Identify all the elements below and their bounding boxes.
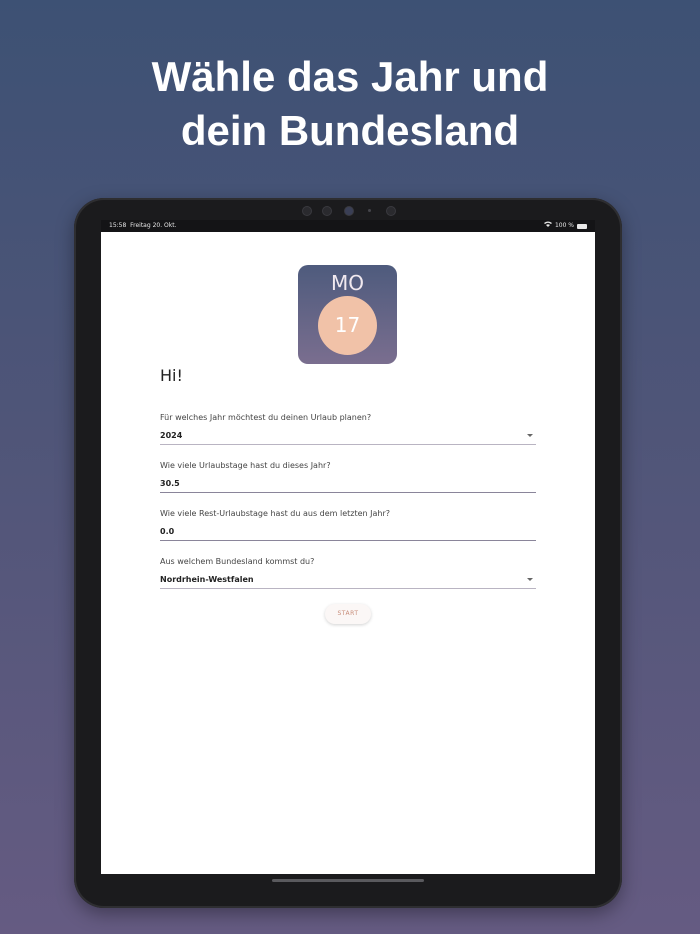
- logo-weekday: MO: [331, 271, 364, 295]
- status-bar: 15:58 Freitag 20. Okt. 100 %: [101, 220, 595, 232]
- battery-percent: 100 %: [554, 222, 574, 229]
- sensor-icon: [322, 206, 332, 216]
- sensor-icon: [302, 206, 312, 216]
- status-date: Freitag 20. Okt.: [130, 222, 177, 229]
- status-right: 100 %: [543, 220, 587, 232]
- logo-day-circle: 17: [318, 296, 377, 355]
- remaining-days-input[interactable]: 0.0: [160, 526, 536, 541]
- greeting: Hi!: [160, 366, 183, 385]
- start-button[interactable]: START: [325, 604, 371, 624]
- app-screen: 15:58 Freitag 20. Okt. 100 % MO 17 Hi! F…: [101, 220, 595, 874]
- remaining-days-value: 0.0: [160, 527, 175, 536]
- battery-icon: [577, 223, 587, 229]
- dropdown-arrow-icon[interactable]: [527, 578, 533, 581]
- remaining-days-label: Wie viele Rest-Urlaubstage hast du aus d…: [160, 509, 391, 518]
- app-logo: MO 17: [298, 265, 397, 364]
- year-select[interactable]: 2024: [160, 430, 536, 445]
- camera-bar: [302, 204, 402, 216]
- wifi-icon: [543, 220, 552, 232]
- headline-line-1: Wähle das Jahr und: [151, 53, 549, 100]
- sensor-dot-icon: [368, 209, 371, 212]
- tablet-frame: 15:58 Freitag 20. Okt. 100 % MO 17 Hi! F…: [74, 198, 622, 908]
- sensor-icon: [386, 206, 396, 216]
- status-time-date: 15:58 Freitag 20. Okt.: [109, 220, 176, 232]
- state-field[interactable]: Aus welchem Bundesland kommst du? Nordrh…: [160, 556, 536, 589]
- vacation-days-input[interactable]: 30.5: [160, 478, 536, 493]
- headline-line-2: dein Bundesland: [180, 107, 520, 154]
- state-select[interactable]: Nordrhein-Westfalen: [160, 574, 536, 589]
- headline: Wähle das Jahr und dein Bundesland: [0, 50, 700, 158]
- year-field[interactable]: Für welches Jahr möchtest du deinen Urla…: [160, 412, 536, 445]
- camera-icon: [344, 206, 354, 216]
- status-time: 15:58: [109, 222, 127, 229]
- state-label: Aus welchem Bundesland kommst du?: [160, 557, 315, 566]
- year-value: 2024: [160, 431, 183, 440]
- dropdown-arrow-icon[interactable]: [527, 434, 533, 437]
- year-label: Für welches Jahr möchtest du deinen Urla…: [160, 413, 372, 422]
- vacation-days-field[interactable]: Wie viele Urlaubstage hast du dieses Jah…: [160, 460, 536, 493]
- vacation-days-value: 30.5: [160, 479, 180, 488]
- state-value: Nordrhein-Westfalen: [160, 575, 254, 584]
- vacation-days-label: Wie viele Urlaubstage hast du dieses Jah…: [160, 461, 331, 470]
- remaining-days-field[interactable]: Wie viele Rest-Urlaubstage hast du aus d…: [160, 508, 536, 541]
- home-indicator[interactable]: [272, 879, 424, 882]
